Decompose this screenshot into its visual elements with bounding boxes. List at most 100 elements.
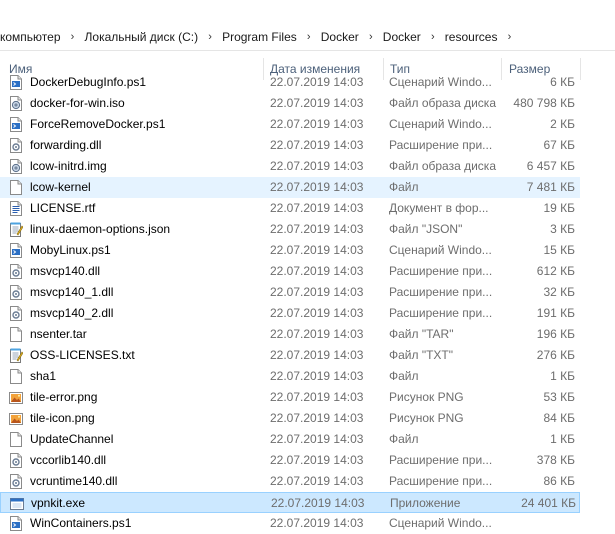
breadcrumb: компьютер › Локальный диск (C:) › Program Fi…: [0, 29, 519, 45]
file-size: 84 КБ: [543, 411, 575, 425]
file-name: forwarding.dll: [30, 138, 102, 152]
chevron-right-icon[interactable]: ›: [200, 31, 220, 43]
file-row[interactable]: DockerDebugInfo.ps1 22.07.2019 14:03 Сцена…: [0, 72, 580, 93]
disc-image-icon: [9, 96, 23, 111]
file-size: 612 КБ: [536, 264, 575, 278]
script-icon: [9, 516, 23, 531]
chevron-right-icon[interactable]: ›: [299, 31, 319, 43]
file-name: vcruntime140.dll: [30, 474, 118, 488]
file-row[interactable]: msvcp140.dll 22.07.2019 14:03 Расширение п…: [0, 261, 580, 282]
file-type: Файл: [389, 432, 419, 446]
script-icon: [9, 75, 23, 90]
file-date-modified: 22.07.2019 14:03: [270, 327, 364, 341]
file-size: 7 481 КБ: [526, 180, 575, 194]
file-date-modified: 22.07.2019 14:03: [270, 474, 364, 488]
file-size: 67 КБ: [543, 138, 575, 152]
file-size: 86 КБ: [543, 474, 575, 488]
file-name: linux-daemon-options.json: [30, 222, 171, 236]
file-icon: [9, 327, 23, 342]
file-name: LICENSE.rtf: [30, 201, 96, 215]
file-name: OSS-LICENSES.txt: [30, 348, 135, 362]
file-name: WinContainers.ps1: [30, 516, 132, 530]
file-size: 196 КБ: [536, 327, 575, 341]
file-row[interactable]: MobyLinux.ps1 22.07.2019 14:03 Сценарий Wi…: [0, 240, 580, 261]
file-size: 191 КБ: [536, 306, 575, 320]
chevron-right-icon[interactable]: ›: [63, 31, 83, 43]
column-divider[interactable]: [580, 58, 581, 80]
file-size: 3 КБ: [550, 222, 575, 236]
file-row[interactable]: ForceRemoveDocker.ps1 22.07.2019 14:03 Сце…: [0, 114, 580, 135]
file-type: Расширение при...: [389, 306, 493, 320]
file-row[interactable]: LICENSE.rtf 22.07.2019 14:03 Документ в фо…: [0, 198, 580, 219]
file-row[interactable]: forwarding.dll 22.07.2019 14:03 Расширение…: [0, 135, 580, 156]
dll-icon: [9, 306, 23, 321]
file-date-modified: 22.07.2019 14:03: [270, 117, 364, 131]
file-size: 1 КБ: [550, 432, 575, 446]
file-row[interactable]: sha1 22.07.2019 14:03 Файл 1 КБ: [0, 366, 580, 387]
file-size: 19 КБ: [543, 201, 575, 215]
chevron-right-icon[interactable]: ›: [361, 31, 381, 43]
file-size: 32 КБ: [543, 285, 575, 299]
file-size: 2 КБ: [550, 117, 575, 131]
image-icon: [9, 390, 23, 405]
file-icon: [9, 180, 23, 195]
file-size: 24 401 КБ: [521, 496, 576, 510]
file-type: Приложение: [390, 496, 461, 510]
notepad-icon: [9, 222, 24, 237]
file-row[interactable]: UpdateChannel 22.07.2019 14:03 Файл 1 КБ: [0, 429, 580, 450]
file-size: 6 457 КБ: [526, 159, 575, 173]
file-type: Сценарий Windo...: [389, 516, 492, 530]
file-name: docker-for-win.iso: [30, 96, 125, 110]
file-row[interactable]: tile-icon.png 22.07.2019 14:03 Рисунок PNG…: [0, 408, 580, 429]
notepad-icon: [9, 348, 24, 363]
vertical-scrollbar[interactable]: [597, 58, 615, 520]
file-type: Файл образа диска: [389, 159, 496, 173]
breadcrumb-item[interactable]: Docker: [319, 30, 361, 44]
chevron-right-icon[interactable]: ›: [499, 31, 519, 43]
file-date-modified: 22.07.2019 14:03: [270, 369, 364, 383]
breadcrumb-item[interactable]: resources: [443, 30, 500, 44]
file-type: Файл образа диска: [389, 96, 496, 110]
file-row[interactable]: lcow-initrd.img 22.07.2019 14:03 Файл обра…: [0, 156, 580, 177]
file-row[interactable]: msvcp140_2.dll 22.07.2019 14:03 Расширение…: [0, 303, 580, 324]
file-type: Файл: [389, 180, 419, 194]
chevron-right-icon[interactable]: ›: [423, 31, 443, 43]
image-icon: [9, 411, 23, 426]
file-row[interactable]: vcruntime140.dll 22.07.2019 14:03 Расширен…: [0, 471, 580, 492]
file-name: sha1: [30, 369, 57, 383]
breadcrumb-item[interactable]: Program Files: [220, 30, 299, 44]
dll-icon: [9, 264, 23, 279]
file-row[interactable]: linux-daemon-options.json 22.07.2019 14:0…: [0, 219, 580, 240]
file-row[interactable]: vpnkit.exe 22.07.2019 14:03 Приложение 24 4…: [0, 492, 580, 513]
file-row[interactable]: tile-error.png 22.07.2019 14:03 Рисунок PN…: [0, 387, 580, 408]
address-bar[interactable]: компьютер › Локальный диск (C:) › Program Fi…: [0, 24, 615, 51]
file-row[interactable]: OSS-LICENSES.txt 22.07.2019 14:03 Файл "TX…: [0, 345, 580, 366]
file-name: vccorlib140.dll: [30, 453, 107, 467]
file-icon: [9, 432, 23, 447]
file-name: msvcp140_2.dll: [30, 306, 114, 320]
file-date-modified: 22.07.2019 14:03: [270, 180, 364, 194]
file-type: Расширение при...: [389, 138, 493, 152]
file-row[interactable]: docker-for-win.iso 22.07.2019 14:03 Файл о…: [0, 93, 580, 114]
file-date-modified: 22.07.2019 14:03: [270, 516, 364, 530]
file-date-modified: 22.07.2019 14:03: [270, 390, 364, 404]
file-icon: [9, 369, 23, 384]
file-row[interactable]: nsenter.tar 22.07.2019 14:03 Файл "TAR" 196…: [0, 324, 580, 345]
file-row[interactable]: msvcp140_1.dll 22.07.2019 14:03 Расширение…: [0, 282, 580, 303]
dll-icon: [9, 138, 23, 153]
file-date-modified: 22.07.2019 14:03: [270, 96, 364, 110]
file-row[interactable]: WinContainers.ps1 22.07.2019 14:03 Сценари…: [0, 513, 580, 534]
file-name: msvcp140_1.dll: [30, 285, 114, 299]
file-name: lcow-initrd.img: [30, 159, 107, 173]
file-date-modified: 22.07.2019 14:03: [270, 348, 364, 362]
file-type: Файл: [389, 369, 419, 383]
file-type: Сценарий Windo...: [389, 117, 492, 131]
file-row[interactable]: lcow-kernel 22.07.2019 14:03 Файл 7 481 КБ: [0, 177, 580, 198]
breadcrumb-item[interactable]: компьютер: [0, 30, 63, 44]
file-size: 53 КБ: [543, 390, 575, 404]
dll-icon: [9, 285, 23, 300]
file-row[interactable]: vccorlib140.dll 22.07.2019 14:03 Расширени…: [0, 450, 580, 471]
breadcrumb-item[interactable]: Локальный диск (C:): [83, 30, 201, 44]
file-size: 276 КБ: [536, 348, 575, 362]
breadcrumb-item[interactable]: Docker: [381, 30, 423, 44]
